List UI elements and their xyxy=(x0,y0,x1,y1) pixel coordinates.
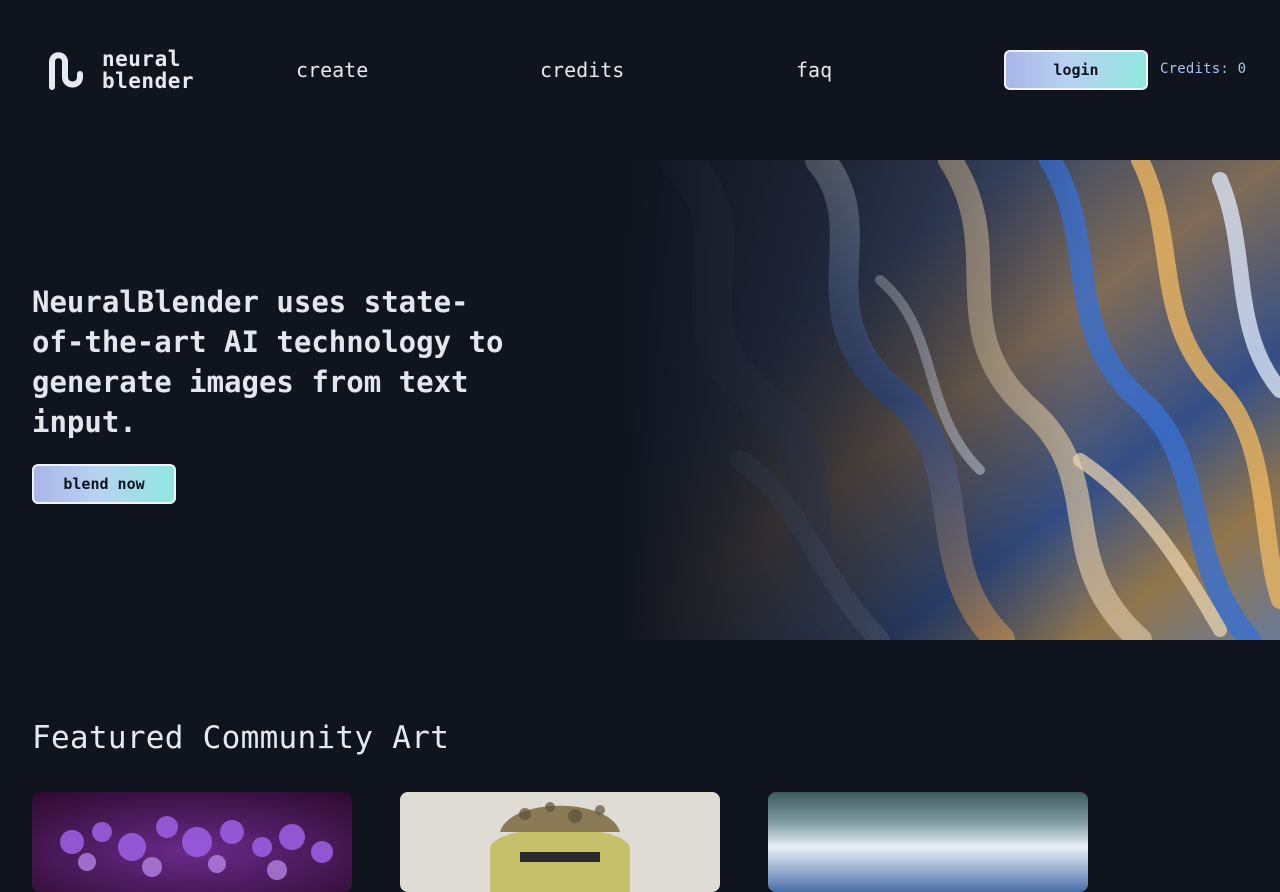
purple-coral-image xyxy=(32,792,352,892)
brand-wordmark: neural blender xyxy=(102,48,194,92)
brand-line-1: neural xyxy=(102,47,181,71)
hero-headline: NeuralBlender uses state-of-the-art AI t… xyxy=(32,285,504,439)
featured-art-card[interactable] xyxy=(768,792,1088,892)
login-button[interactable]: login xyxy=(1004,50,1148,90)
credits-balance: Credits: 0 xyxy=(1160,61,1247,77)
iridescent-swirl-image xyxy=(620,160,1280,640)
featured-section-title: Featured Community Art xyxy=(32,720,450,756)
n-loop-logo-icon xyxy=(49,52,83,90)
hero-iridescent-image xyxy=(620,160,1280,640)
nav-link-create[interactable]: create xyxy=(296,58,368,82)
camo-hat-figure-image xyxy=(400,792,720,892)
misty-water-image xyxy=(768,792,1088,892)
featured-art-card[interactable] xyxy=(32,792,352,892)
nav-link-faq[interactable]: faq xyxy=(796,58,832,82)
nav-link-credits[interactable]: credits xyxy=(540,58,624,82)
featured-art-card[interactable] xyxy=(400,792,720,892)
brand-line-2: blender xyxy=(102,69,195,93)
blend-now-button[interactable]: blend now xyxy=(32,464,176,504)
brand-logo[interactable]: neural blender xyxy=(46,47,194,93)
